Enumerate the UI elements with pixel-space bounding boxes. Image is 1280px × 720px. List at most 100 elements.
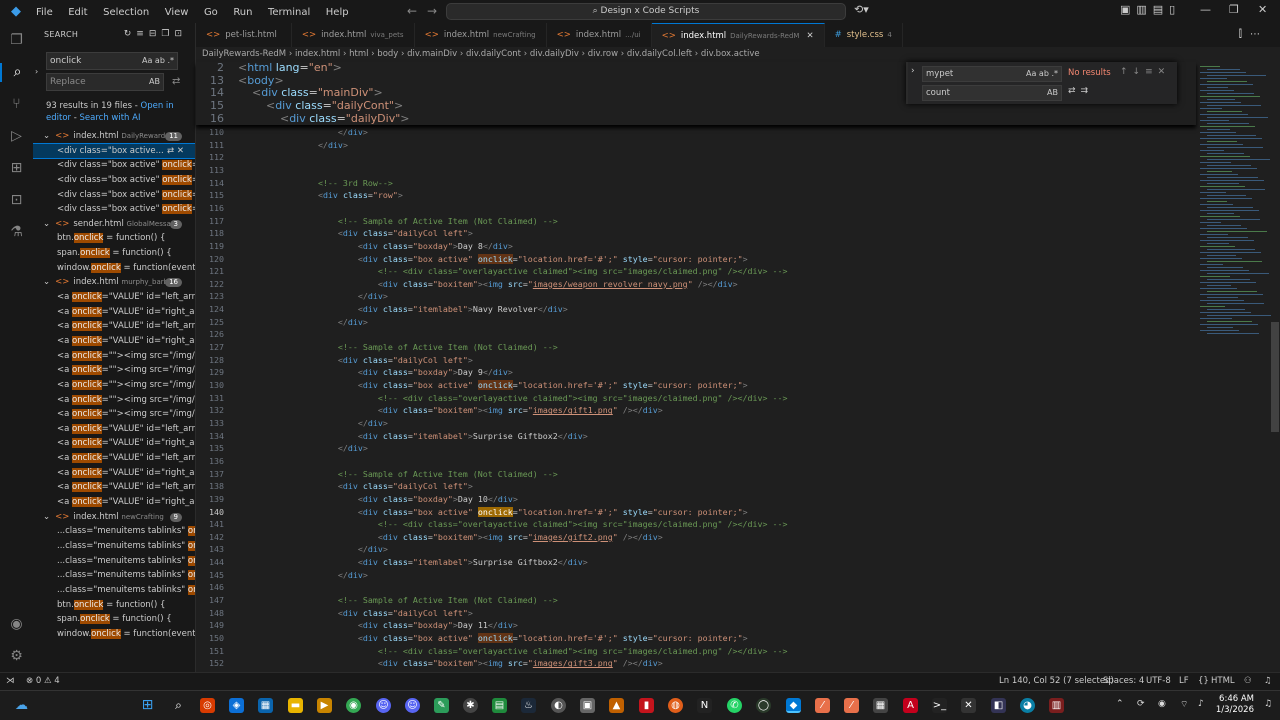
app-icon-18[interactable]: ✕ bbox=[961, 698, 976, 713]
replace-action-icons[interactable]: ⇄⇉ bbox=[1068, 86, 1093, 96]
code-line[interactable]: 118 <div class="dailyCol left"> bbox=[196, 227, 1196, 240]
testing-icon[interactable]: ⚗ bbox=[7, 223, 26, 242]
replace-input[interactable]: Replace AB bbox=[46, 73, 164, 91]
breadcrumb-item[interactable]: div.row bbox=[588, 49, 618, 59]
code-line[interactable]: 130 <div class="box active" onclick="loc… bbox=[196, 379, 1196, 392]
code-line[interactable]: 145 </div> bbox=[196, 569, 1196, 582]
encoding[interactable]: UTF-8 bbox=[1146, 673, 1171, 690]
replace-field[interactable]: count AB bbox=[922, 85, 1062, 101]
result-match-row[interactable]: <a onclick="VALUE" id="left_arro... bbox=[33, 451, 195, 466]
breadcrumb-item[interactable]: div.box.active bbox=[701, 49, 760, 59]
editor-tab[interactable]: # style.css 4 bbox=[825, 23, 903, 47]
preserve-case-icon-find[interactable]: AB bbox=[1047, 86, 1058, 100]
find-options-icons[interactable]: Aa ab .* bbox=[1026, 67, 1058, 81]
extensions-icon[interactable]: ⊞ bbox=[7, 159, 26, 178]
result-match-row[interactable]: btn.onclick = function() { bbox=[33, 598, 195, 613]
code-line[interactable]: 134 <div class="itemlabel">Surprise Gift… bbox=[196, 430, 1196, 443]
file-explorer-icon[interactable]: ▬ bbox=[288, 698, 303, 713]
code-line[interactable]: 150 <div class="box active" onclick="loc… bbox=[196, 632, 1196, 645]
search-input[interactable]: onclick Aa ab .* bbox=[46, 52, 178, 70]
code-line[interactable]: 126 bbox=[196, 328, 1196, 341]
breadcrumb-item[interactable]: div.dailyDiv bbox=[530, 49, 579, 59]
code-line[interactable]: 151 <!-- <div class="overlayactive claim… bbox=[196, 645, 1196, 658]
code-line[interactable]: 137 <!-- Sample of Active Item (Not Clai… bbox=[196, 468, 1196, 481]
remote-icon[interactable]: ⋊ bbox=[6, 673, 15, 690]
store-icon[interactable]: ▦ bbox=[258, 698, 273, 713]
steam-icon[interactable]: ♨ bbox=[521, 698, 536, 713]
menu-selection[interactable]: Selection bbox=[103, 7, 149, 18]
app-icon-3[interactable]: ▶ bbox=[317, 698, 332, 713]
discord-icon[interactable]: ☺ bbox=[376, 698, 391, 713]
code-line[interactable]: 110 </div> bbox=[196, 126, 1196, 139]
result-file-row[interactable]: ⌄ <> index.html newCrafting 9 bbox=[33, 510, 195, 525]
close-tab-icon[interactable]: ✕ bbox=[806, 31, 813, 41]
weather-icon[interactable]: ☁ bbox=[14, 698, 29, 713]
search-options-icons[interactable]: Aa ab .* bbox=[142, 53, 174, 69]
result-match-row[interactable]: <a onclick="VALUE" id="left_arro... bbox=[33, 422, 195, 437]
code-line[interactable]: 124 <div class="itemlabel">Navy Revolver… bbox=[196, 303, 1196, 316]
menu-view[interactable]: View bbox=[165, 7, 189, 18]
editor-actions-icons[interactable]: ⫿⋯ bbox=[1239, 29, 1268, 40]
result-match-row[interactable]: <a onclick=""><img src="/img/... bbox=[33, 378, 195, 393]
result-match-row[interactable]: <a onclick="VALUE" id="right_ar... bbox=[33, 495, 195, 510]
start-icon[interactable]: ⊞ bbox=[140, 698, 155, 713]
result-match-row[interactable]: ...class="menuitems tablinks" on... bbox=[33, 568, 195, 583]
code-line[interactable]: 121 <!-- <div class="overlayactive claim… bbox=[196, 265, 1196, 278]
result-match-row[interactable]: <a onclick=""><img src="/img/... bbox=[33, 349, 195, 364]
code-line[interactable]: 112 bbox=[196, 151, 1196, 164]
replace-dismiss-icons[interactable]: ⇄ ✕ bbox=[167, 144, 184, 159]
toggle-replace-icon[interactable]: › bbox=[911, 66, 915, 76]
remote-explorer-icon[interactable]: ⊡ bbox=[7, 191, 26, 210]
code-line[interactable]: 139 <div class="boxday">Day 10</div> bbox=[196, 493, 1196, 506]
tray-chevron-icon[interactable]: ⌃ bbox=[1116, 699, 1124, 709]
app-icon-4[interactable]: ✎ bbox=[434, 698, 449, 713]
cursor-position[interactable]: Ln 140, Col 52 (7 selected) bbox=[999, 673, 1114, 690]
result-match-row[interactable]: <a onclick=""><img src="/img/... bbox=[33, 363, 195, 378]
result-file-row[interactable]: ⌄ <> index.html murphy_barbe... 16 bbox=[33, 275, 195, 290]
code-line[interactable]: 113 bbox=[196, 164, 1196, 177]
find-input[interactable]: mypet Aa ab .* bbox=[922, 66, 1062, 82]
maximize-icon[interactable]: ❐ bbox=[1229, 3, 1239, 16]
code-line[interactable]: 132 <div class="boxitem"><img src="image… bbox=[196, 404, 1196, 417]
result-match-row[interactable]: window.onclick = function(event) { bbox=[33, 627, 195, 642]
breadcrumb-item[interactable]: DailyRewards-RedM bbox=[202, 49, 286, 59]
minimap[interactable] bbox=[1196, 62, 1274, 362]
tray-app-icon-2[interactable]: ◉ bbox=[1158, 699, 1166, 709]
command-center[interactable]: ⌕ Design x Code Scripts bbox=[446, 3, 846, 20]
terminal-icon[interactable]: >_ bbox=[932, 698, 947, 713]
result-match-row[interactable]: <a onclick="VALUE" id="right_ar... bbox=[33, 466, 195, 481]
toggle-replace-chevron-icon[interactable]: › bbox=[35, 67, 38, 76]
breadcrumb-item[interactable]: div.dailyCont bbox=[466, 49, 521, 59]
app-icon-6[interactable]: ▤ bbox=[492, 698, 507, 713]
notifications-icon[interactable]: ♫ bbox=[1264, 673, 1272, 690]
app-icon-10[interactable]: ▮ bbox=[639, 698, 654, 713]
code-line[interactable]: 129 <div class="boxday">Day 9</div> bbox=[196, 366, 1196, 379]
minimize-icon[interactable]: — bbox=[1200, 3, 1211, 16]
breadcrumb-item[interactable]: index.html bbox=[295, 49, 340, 59]
breadcrumb-item[interactable]: div.mainDiv bbox=[407, 49, 457, 59]
code-line[interactable]: 120 <div class="box active" onclick="loc… bbox=[196, 253, 1196, 266]
vscode-taskbar-icon[interactable]: ◆ bbox=[786, 698, 801, 713]
code-line[interactable]: 140 <div class="box active" onclick="loc… bbox=[196, 506, 1196, 519]
code-line[interactable]: 127 <!-- Sample of Active Item (Not Clai… bbox=[196, 341, 1196, 354]
problems-indicator[interactable]: ⊗ 0 ⚠ 4 bbox=[26, 673, 60, 690]
app-icon-21[interactable]: ▥ bbox=[1049, 698, 1064, 713]
app-icon-1[interactable]: ◎ bbox=[200, 698, 215, 713]
breadcrumb-item[interactable]: body bbox=[377, 49, 398, 59]
result-match-row[interactable]: <a onclick="VALUE" id="right_ar... bbox=[33, 436, 195, 451]
sidebar-toolbar-icons[interactable]: ↻≡⊟❐⊡ bbox=[124, 29, 187, 39]
app-icon-14[interactable]: ⁄ bbox=[815, 698, 830, 713]
code-line[interactable]: 141 <!-- <div class="overlayactive claim… bbox=[196, 518, 1196, 531]
code-line[interactable]: 149 <div class="boxday">Day 11</div> bbox=[196, 619, 1196, 632]
indentation[interactable]: Spaces: 4 bbox=[1103, 673, 1144, 690]
app-icon-19[interactable]: ◧ bbox=[991, 698, 1006, 713]
code-line[interactable]: 144 <div class="itemlabel">Surprise Gift… bbox=[196, 556, 1196, 569]
wifi-icon[interactable]: ⌔ bbox=[1180, 699, 1188, 710]
result-match-row[interactable]: <a onclick="VALUE" id="right_ar... bbox=[33, 305, 195, 320]
code-line[interactable]: 115 <div class="row"> bbox=[196, 189, 1196, 202]
result-match-row[interactable]: <div class="box active" onclick=... bbox=[33, 188, 195, 203]
result-match-row[interactable]: <div class="box active" onclick=... bbox=[33, 202, 195, 217]
breadcrumb-item[interactable]: div.dailyCol.left bbox=[627, 49, 692, 59]
result-match-row[interactable]: window.onclick = function(event) { bbox=[33, 261, 195, 276]
discord-icon-2[interactable]: ☺ bbox=[405, 698, 420, 713]
